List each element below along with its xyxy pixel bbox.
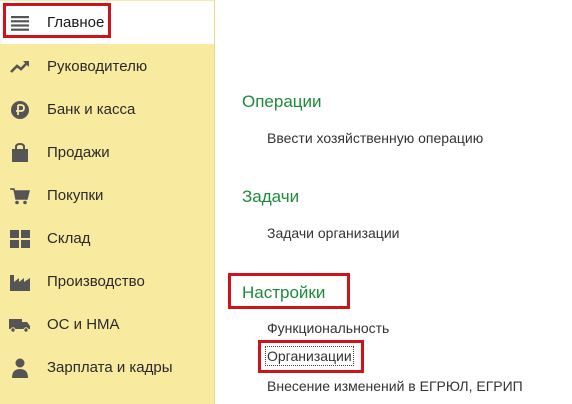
sidebar-item-salary-hr[interactable]: Зарплата и кадры — [0, 346, 214, 389]
sidebar-item-sales[interactable]: Продажи — [0, 131, 214, 174]
sidebar-item-bank-cash[interactable]: Банк и касса — [0, 88, 214, 131]
sidebar-item-label: Покупки — [47, 187, 104, 204]
factory-icon — [9, 271, 31, 293]
cart-icon — [9, 185, 31, 207]
sidebar: Главное Руководителю Банк и касса Продаж… — [0, 0, 215, 404]
section-title-tasks: Задачи — [242, 187, 300, 206]
sidebar-item-warehouse[interactable]: Склад — [0, 217, 214, 260]
sidebar-item-label: Производство — [47, 273, 145, 290]
sidebar-item-label: Главное — [47, 14, 105, 31]
shopping-bag-icon — [9, 142, 31, 164]
link-organization-tasks[interactable]: Задачи организации — [267, 225, 399, 241]
sidebar-item-manager[interactable]: Руководителю — [0, 45, 214, 88]
sidebar-item-main[interactable]: Главное — [0, 1, 214, 44]
link-organizations[interactable]: Организации — [265, 346, 354, 366]
trend-up-icon — [9, 56, 31, 78]
sidebar-item-production[interactable]: Производство — [0, 260, 214, 303]
section-title-operations: Операции — [242, 92, 322, 111]
sidebar-item-label: Продажи — [47, 144, 110, 161]
link-enter-operation[interactable]: Ввести хозяйственную операцию — [267, 130, 483, 146]
sidebar-item-label: Зарплата и кадры — [47, 359, 173, 376]
sidebar-item-purchases[interactable]: Покупки — [0, 174, 214, 217]
warehouse-grid-icon — [9, 228, 31, 250]
main-panel: Операции Ввести хозяйственную операцию З… — [215, 0, 572, 404]
sidebar-item-label: Руководителю — [47, 58, 148, 75]
truck-icon — [9, 314, 31, 336]
app-window: Главное Руководителю Банк и касса Продаж… — [0, 0, 572, 404]
section-title-settings: Настройки — [242, 283, 326, 302]
sidebar-item-label: Склад — [47, 230, 91, 247]
sidebar-item-label: Банк и касса — [47, 101, 136, 118]
link-functionality[interactable]: Функциональность — [267, 320, 389, 336]
sidebar-item-label: ОС и НМА — [47, 316, 120, 333]
ruble-coin-icon — [9, 99, 31, 121]
link-egrul-changes[interactable]: Внесение изменений в ЕГРЮЛ, ЕГРИП — [267, 378, 523, 394]
sidebar-item-fixed-assets[interactable]: ОС и НМА — [0, 303, 214, 346]
menu-icon — [9, 12, 31, 34]
person-icon — [9, 357, 31, 379]
